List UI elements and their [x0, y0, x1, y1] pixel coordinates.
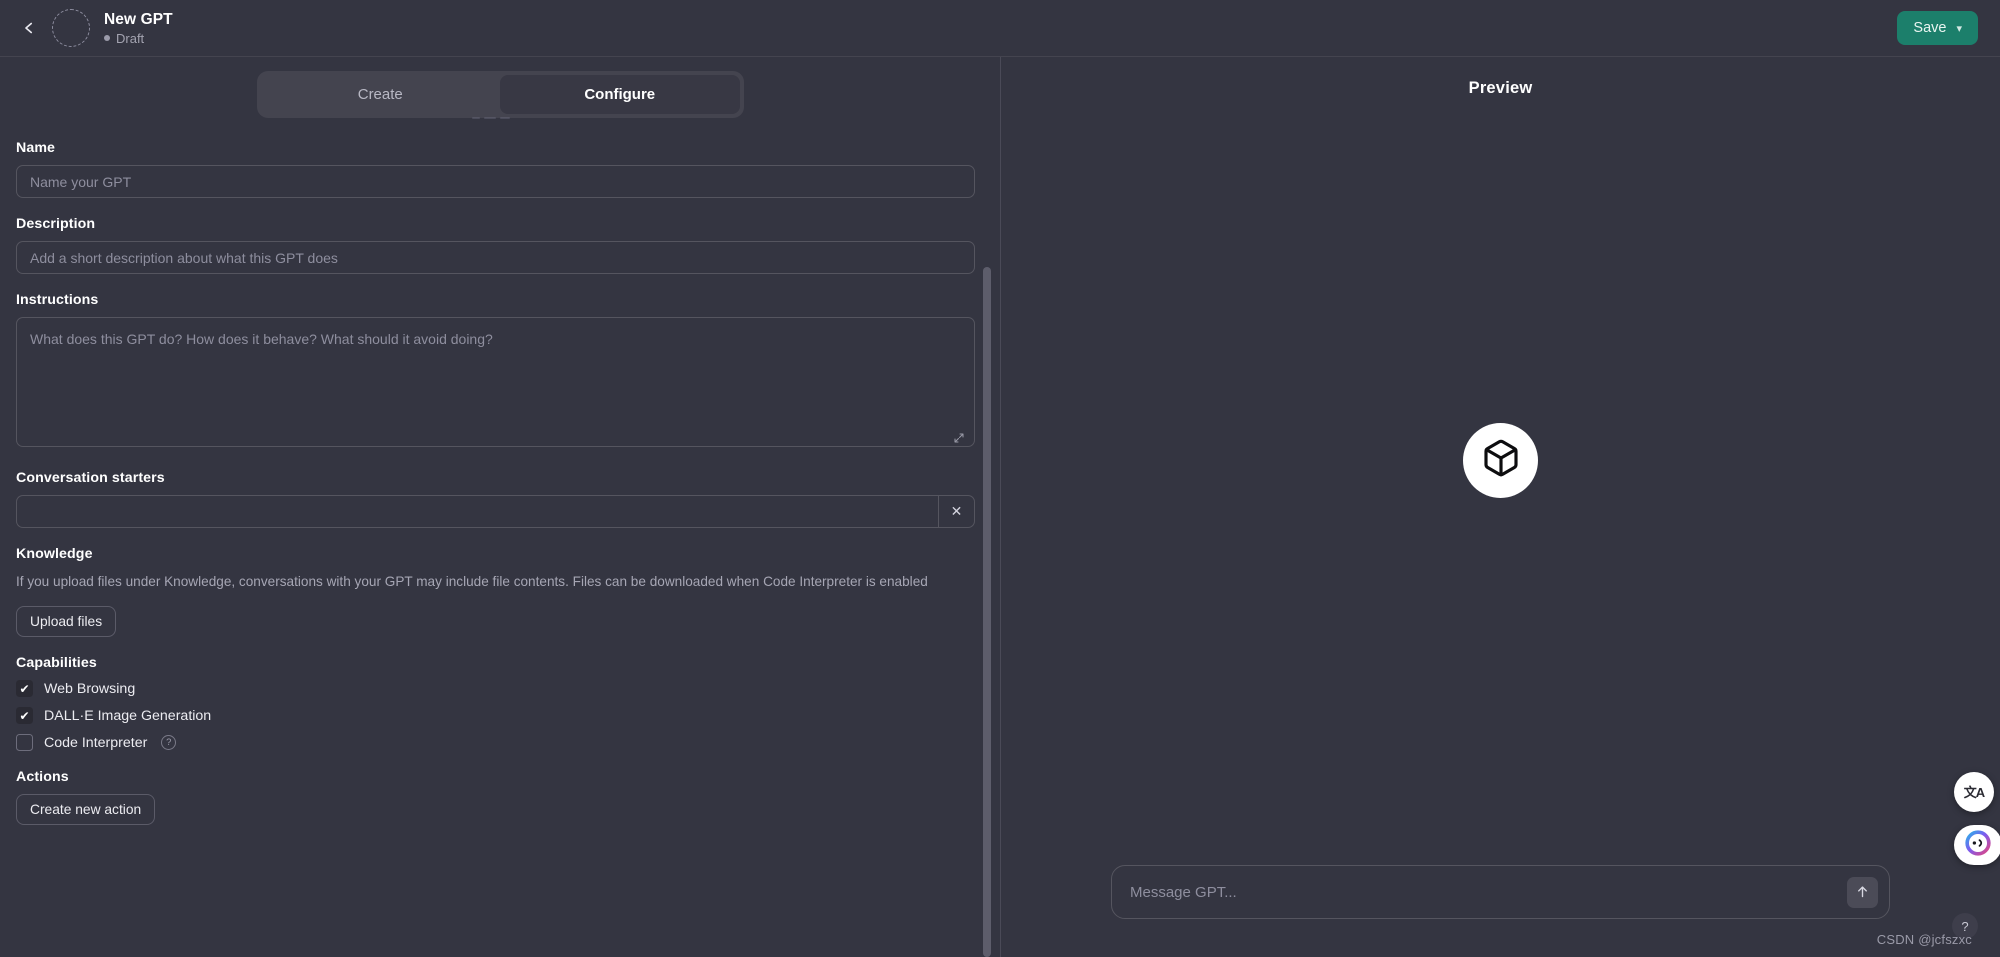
- avatar-dashed-outline-icon: [470, 117, 530, 123]
- chevron-left-icon: [20, 19, 38, 37]
- instructions-wrapper: [16, 317, 975, 452]
- field-knowledge: Knowledge If you upload files under Know…: [16, 546, 965, 638]
- chevron-down-icon[interactable]: ▾: [1956, 22, 1962, 35]
- conversation-starter-row: ✕: [16, 495, 975, 528]
- preview-title: Preview: [1468, 79, 1533, 97]
- back-button[interactable]: [14, 13, 44, 43]
- translate-icon: 文A: [1963, 784, 1985, 800]
- remove-starter-button[interactable]: ✕: [938, 495, 975, 528]
- send-button[interactable]: [1847, 877, 1878, 908]
- upload-files-button[interactable]: Upload files: [16, 606, 117, 638]
- field-name: Name: [16, 140, 975, 198]
- description-input[interactable]: [16, 241, 975, 274]
- configure-pane: Create Configure Name Descrip: [0, 57, 1001, 957]
- preview-canvas: [1001, 98, 2000, 865]
- checkbox-code-interpreter[interactable]: [16, 734, 33, 752]
- actions-label: Actions: [16, 769, 69, 786]
- preview-pane: Preview: [1001, 57, 2000, 957]
- field-capabilities: Capabilities Web Browsing DALL·E Image G…: [16, 655, 965, 752]
- cube-icon: [1481, 438, 1521, 483]
- tab-configure[interactable]: Configure: [500, 75, 740, 114]
- capability-code-interpreter[interactable]: Code Interpreter ?: [16, 734, 965, 752]
- checkbox-web-browsing[interactable]: [16, 680, 33, 698]
- capability-label: DALL·E Image Generation: [44, 707, 212, 724]
- save-label: Save: [1913, 20, 1947, 36]
- capability-label: Code Interpreter: [44, 734, 148, 751]
- instructions-label: Instructions: [16, 292, 99, 308]
- top-bar: New GPT Draft Save ▾: [0, 0, 2000, 57]
- avatar: [1463, 423, 1538, 498]
- scrollbar-thumb[interactable]: [983, 267, 991, 957]
- save-button-group: Save ▾: [1897, 11, 1978, 45]
- capabilities-label: Capabilities: [16, 655, 97, 672]
- checkbox-dalle[interactable]: [16, 707, 33, 725]
- field-actions: Actions Create new action: [16, 769, 965, 826]
- tab-bar: Create Configure: [0, 57, 1000, 119]
- capability-label: Web Browsing: [44, 680, 136, 697]
- knowledge-label: Knowledge: [16, 546, 93, 562]
- help-icon[interactable]: ?: [161, 735, 177, 751]
- watermark: CSDN @jcfszxc: [1876, 932, 1972, 947]
- message-input[interactable]: [1112, 883, 1889, 901]
- configure-form: Name Description Instructions: [0, 118, 985, 826]
- gpt-builder-app: New GPT Draft Save ▾ Create Configure Na…: [0, 0, 2000, 957]
- name-label: Name: [16, 140, 56, 156]
- tab-create[interactable]: Create: [261, 75, 501, 114]
- field-description: Description: [16, 216, 975, 274]
- field-conversation-starters: Conversation starters ✕: [16, 470, 975, 528]
- capability-dalle[interactable]: DALL·E Image Generation: [16, 707, 965, 725]
- gpt-avatar-placeholder[interactable]: [52, 9, 90, 47]
- name-input[interactable]: [16, 165, 975, 198]
- status-label: Draft: [116, 30, 145, 46]
- status-badge: Draft: [104, 31, 173, 46]
- assistant-orb-icon: [1965, 829, 1991, 861]
- description-label: Description: [16, 216, 96, 232]
- knowledge-help-text: If you upload files under Knowledge, con…: [16, 574, 928, 589]
- tab-group: Create Configure: [256, 71, 744, 118]
- translate-button[interactable]: 文A: [1954, 772, 1994, 812]
- composer-wrapper: [1001, 865, 2000, 957]
- main-body: Create Configure Name Descrip: [0, 57, 2000, 957]
- arrow-up-icon: [1855, 884, 1870, 902]
- page-title: New GPT: [104, 10, 173, 28]
- configure-scroll-area: Create Configure Name Descrip: [0, 57, 1000, 957]
- save-button[interactable]: Save ▾: [1897, 11, 1978, 45]
- close-icon: ✕: [950, 503, 963, 519]
- field-instructions: Instructions: [16, 292, 975, 452]
- gpt-meta: New GPT Draft: [104, 11, 173, 46]
- configure-scrollbar[interactable]: [982, 57, 991, 957]
- create-new-action-button[interactable]: Create new action: [16, 794, 156, 826]
- conversation-starters-label: Conversation starters: [16, 470, 165, 486]
- instructions-textarea[interactable]: [16, 317, 975, 447]
- capability-web-browsing[interactable]: Web Browsing: [16, 680, 965, 698]
- status-dot-icon: [104, 35, 110, 41]
- floating-widgets: 文A: [1954, 772, 2000, 865]
- message-composer: [1111, 865, 1890, 919]
- conversation-starter-input[interactable]: [16, 495, 938, 528]
- assistant-button[interactable]: [1954, 825, 2000, 865]
